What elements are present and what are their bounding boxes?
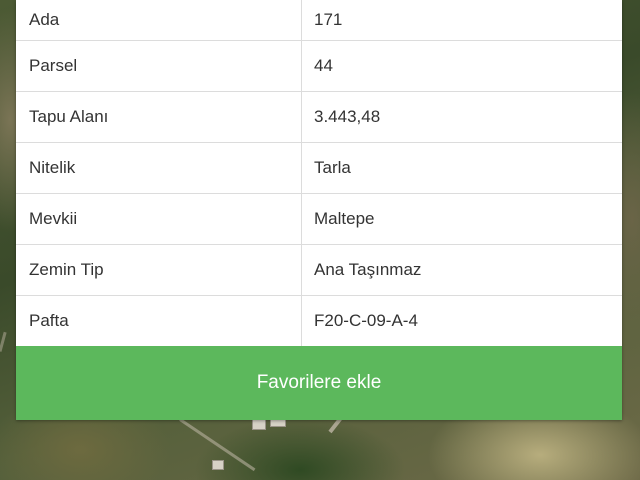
table-row: Pafta F20-C-09-A-4 [16,296,622,346]
row-value-pafta: F20-C-09-A-4 [314,311,418,330]
row-label-nitelik: Nitelik [16,143,302,193]
row-value-parsel: 44 [314,56,333,75]
row-label-pafta: Pafta [16,296,302,346]
row-label-mevkii: Mevkii [16,194,302,244]
row-label-tapu-alani: Tapu Alanı [16,92,302,142]
map-building [212,460,224,470]
row-label-zemin-tip: Zemin Tip [16,245,302,295]
add-to-favorites-button[interactable]: Favorilere ekle [16,346,622,420]
table-row: Nitelik Tarla [16,143,622,194]
table-row: Zemin Tip Ana Taşınmaz [16,245,622,296]
row-label-ada: Ada [16,0,302,40]
row-value-zemin-tip: Ana Taşınmaz [314,260,422,279]
table-row: Ada 171 [16,0,622,41]
parcel-info-table: Ada 171 Parsel 44 Tapu Alanı 3.443,48 Ni… [16,0,622,346]
table-row: Tapu Alanı 3.443,48 [16,92,622,143]
table-row: Parsel 44 [16,41,622,92]
map-road [0,331,7,352]
row-value-tapu-alani: 3.443,48 [314,107,381,126]
row-value-ada: 171 [314,10,343,29]
parcel-info-card: Ada 171 Parsel 44 Tapu Alanı 3.443,48 Ni… [16,0,622,420]
row-label-parsel: Parsel [16,41,302,91]
row-value-nitelik: Tarla [314,158,351,177]
row-value-mevkii: Maltepe [314,209,375,228]
table-row: Mevkii Maltepe [16,194,622,245]
